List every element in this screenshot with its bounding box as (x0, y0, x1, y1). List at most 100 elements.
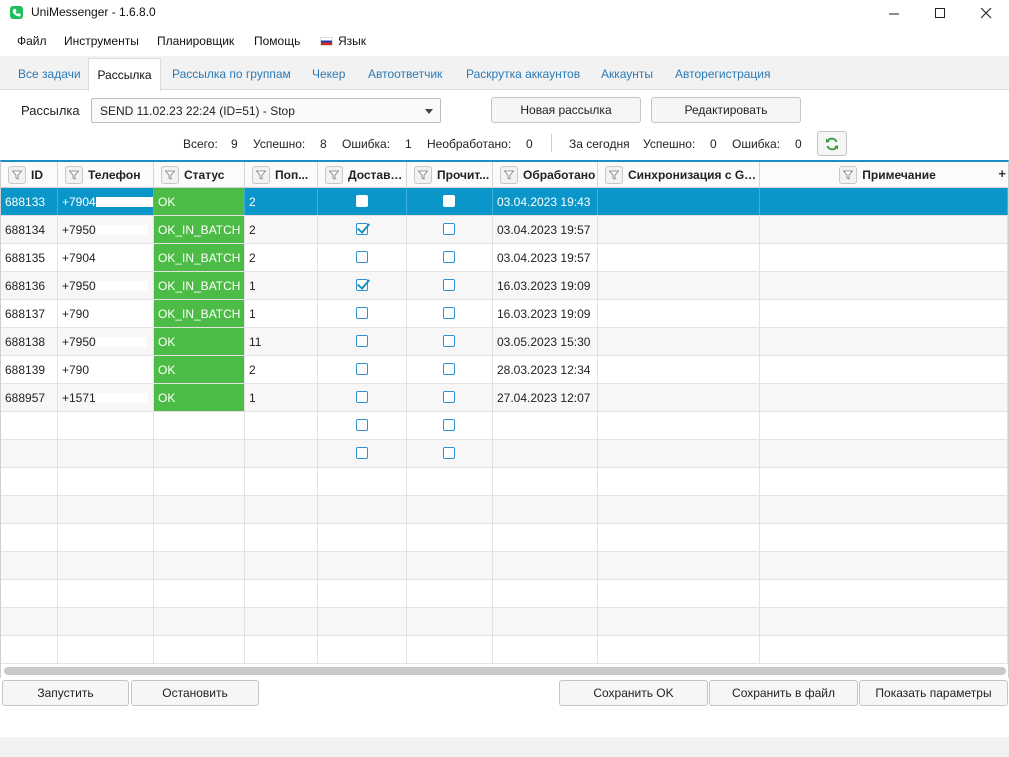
cell-status[interactable]: OK_IN_BATCH (154, 272, 245, 299)
read-checkbox[interactable] (443, 447, 455, 459)
tab-autoresponder[interactable]: Автоответчик (368, 67, 442, 81)
cell-id[interactable]: 688138 (1, 328, 58, 355)
save-to-file-button[interactable]: Сохранить в файл (709, 680, 858, 706)
horizontal-scrollbar[interactable] (4, 667, 1006, 675)
table-row[interactable] (1, 440, 1008, 468)
delivered-checkbox[interactable] (356, 419, 368, 431)
table-row[interactable]: 688134 +7950 OK_IN_BATCH 2 03.04.2023 19:57 (1, 216, 1008, 244)
cell-phone[interactable] (58, 496, 154, 523)
add-column-icon[interactable]: + (998, 166, 1006, 181)
cell-phone[interactable]: +7904 (58, 188, 154, 215)
tab-group-mailing[interactable]: Рассылка по группам (172, 67, 291, 81)
cell-note[interactable] (760, 580, 1008, 607)
column-header-status[interactable]: Статус (154, 162, 245, 188)
cell-status[interactable]: OK_IN_BATCH (154, 244, 245, 271)
cell-id[interactable]: 688137 (1, 300, 58, 327)
cell-status[interactable] (154, 636, 245, 663)
menu-scheduler[interactable]: Планировщик (157, 34, 234, 48)
cell-attempts[interactable]: 1 (245, 272, 318, 299)
cell-note[interactable] (760, 216, 1008, 243)
cell-attempts[interactable] (245, 580, 318, 607)
read-checkbox[interactable] (443, 195, 455, 207)
cell-note[interactable] (760, 272, 1008, 299)
stop-button[interactable]: Остановить (131, 680, 259, 706)
cell-processed[interactable] (493, 496, 598, 523)
cell-status[interactable] (154, 412, 245, 439)
cell-id[interactable] (1, 580, 58, 607)
cell-processed[interactable]: 28.03.2023 12:34 (493, 356, 598, 383)
cell-status[interactable] (154, 580, 245, 607)
cell-note[interactable] (760, 608, 1008, 635)
cell-attempts[interactable]: 2 (245, 244, 318, 271)
cell-phone[interactable]: +790 (58, 300, 154, 327)
cell-id[interactable]: 688136 (1, 272, 58, 299)
cell-phone[interactable] (58, 608, 154, 635)
cell-processed[interactable]: 03.05.2023 15:30 (493, 328, 598, 355)
cell-status[interactable]: OK (154, 384, 245, 411)
cell-processed[interactable] (493, 636, 598, 663)
cell-sync[interactable] (598, 552, 760, 579)
cell-processed[interactable]: 03.04.2023 19:43 (493, 188, 598, 215)
cell-id[interactable] (1, 468, 58, 495)
cell-status[interactable] (154, 524, 245, 551)
cell-sync[interactable] (598, 412, 760, 439)
cell-attempts[interactable]: 1 (245, 384, 318, 411)
cell-note[interactable] (760, 412, 1008, 439)
cell-sync[interactable] (598, 440, 760, 467)
cell-status[interactable]: OK_IN_BATCH (154, 216, 245, 243)
edit-button[interactable]: Редактировать (651, 97, 801, 123)
read-checkbox[interactable] (443, 251, 455, 263)
filter-icon[interactable] (605, 166, 623, 184)
cell-id[interactable]: 688957 (1, 384, 58, 411)
column-header-id[interactable]: ID (1, 162, 58, 188)
tab-mailing[interactable]: Рассылка (88, 58, 161, 91)
cell-processed[interactable] (493, 552, 598, 579)
delivered-checkbox[interactable] (356, 223, 368, 235)
cell-note[interactable] (760, 244, 1008, 271)
save-ok-button[interactable]: Сохранить OK (559, 680, 708, 706)
cell-sync[interactable] (598, 524, 760, 551)
delivered-checkbox[interactable] (356, 307, 368, 319)
menu-file[interactable]: Файл (17, 34, 47, 48)
cell-sync[interactable] (598, 272, 760, 299)
cell-status[interactable]: OK (154, 328, 245, 355)
column-header-delivered[interactable]: Доставл... (318, 162, 407, 188)
cell-note[interactable] (760, 496, 1008, 523)
cell-note[interactable] (760, 328, 1008, 355)
cell-note[interactable] (760, 188, 1008, 215)
table-row[interactable]: 688136 +7950 OK_IN_BATCH 1 16.03.2023 19:09 (1, 272, 1008, 300)
read-checkbox[interactable] (443, 419, 455, 431)
table-row[interactable]: 688133 +7904 OK 2 03.04.2023 19:43 (1, 188, 1008, 216)
cell-note[interactable] (760, 440, 1008, 467)
cell-attempts[interactable] (245, 440, 318, 467)
cell-sync[interactable] (598, 468, 760, 495)
filter-icon[interactable] (325, 166, 343, 184)
table-row[interactable]: 688957 +1571 OK 1 27.04.2023 12:07 (1, 384, 1008, 412)
cell-attempts[interactable]: 2 (245, 188, 318, 215)
filter-icon[interactable] (161, 166, 179, 184)
cell-attempts[interactable] (245, 412, 318, 439)
cell-id[interactable]: 688134 (1, 216, 58, 243)
cell-processed[interactable]: 03.04.2023 19:57 (493, 244, 598, 271)
cell-phone[interactable]: +7950 (58, 328, 154, 355)
cell-sync[interactable] (598, 384, 760, 411)
read-checkbox[interactable] (443, 335, 455, 347)
read-checkbox[interactable] (443, 391, 455, 403)
cell-id[interactable] (1, 524, 58, 551)
read-checkbox[interactable] (443, 307, 455, 319)
cell-note[interactable] (760, 384, 1008, 411)
tab-account-promotion[interactable]: Раскрутка аккаунтов (466, 67, 580, 81)
cell-phone[interactable]: +790 (58, 356, 154, 383)
cell-phone[interactable] (58, 524, 154, 551)
table-row[interactable]: 688138 +7950 OK 11 03.05.2023 15:30 (1, 328, 1008, 356)
delivered-checkbox[interactable] (356, 391, 368, 403)
table-row[interactable] (1, 412, 1008, 440)
table-row[interactable]: 688139 +790 OK 2 28.03.2023 12:34 (1, 356, 1008, 384)
cell-phone[interactable]: +7950 (58, 272, 154, 299)
cell-attempts[interactable] (245, 468, 318, 495)
cell-sync[interactable] (598, 328, 760, 355)
maximize-icon[interactable] (917, 0, 963, 26)
cell-status[interactable] (154, 468, 245, 495)
cell-phone[interactable] (58, 580, 154, 607)
cell-id[interactable] (1, 636, 58, 663)
